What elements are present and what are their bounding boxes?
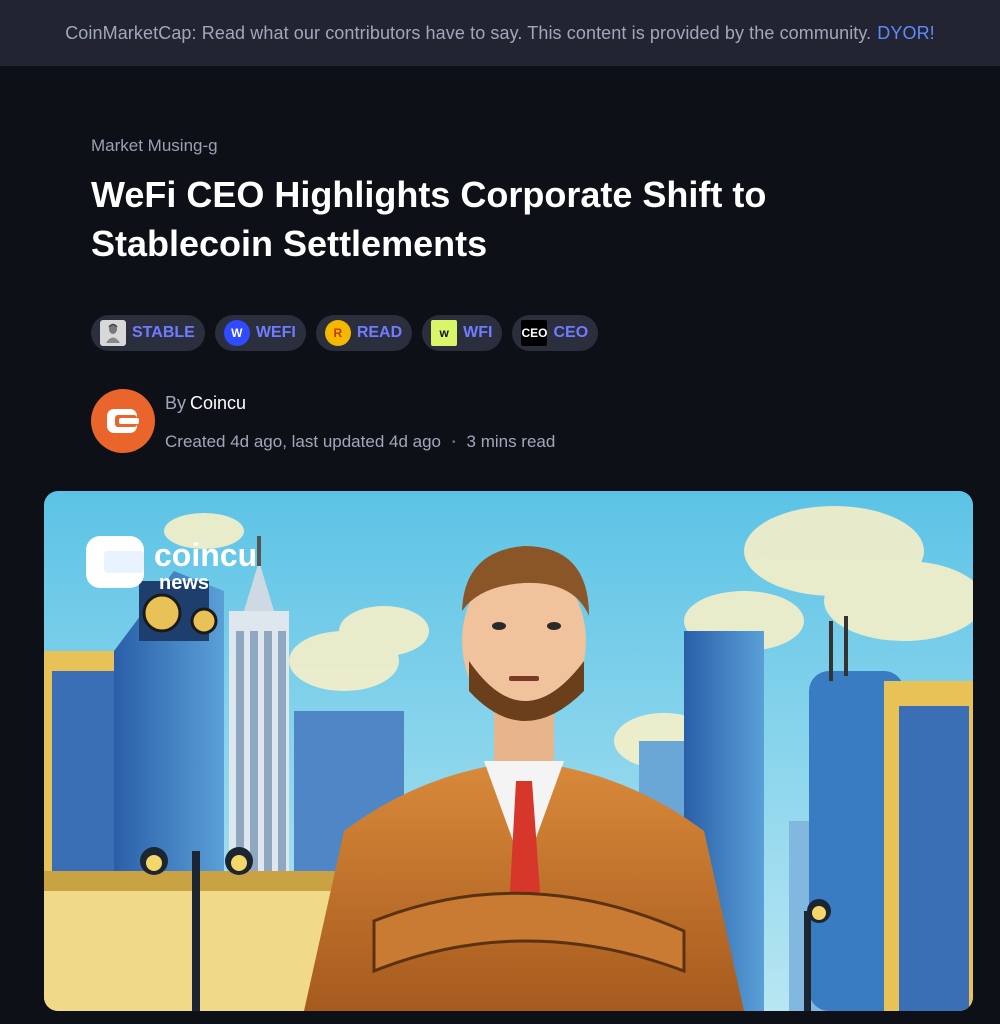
tag-label: READ — [356, 324, 403, 341]
tag-label: WFI — [463, 324, 493, 341]
community-content-banner: CoinMarketCap: Read what our contributor… — [0, 0, 1000, 66]
banner-text: CoinMarketCap: Read what our contributor… — [65, 22, 872, 43]
wefi-token-icon: W — [223, 320, 250, 346]
article-timestamps: Created 4d ago, last updated 4d ago — [165, 432, 441, 451]
token-tags: STABLE W WEFI R READ w WFI CEO CEO — [91, 315, 599, 351]
tag-wefi[interactable]: W WEFI — [214, 315, 306, 351]
read-time: 3 mins read — [466, 432, 556, 451]
article-category[interactable]: Market Musing-g — [91, 136, 218, 156]
tag-wfi[interactable]: w WFI — [422, 315, 503, 351]
author-avatar[interactable] — [91, 389, 155, 453]
tag-stable[interactable]: STABLE — [91, 315, 205, 351]
stable-token-icon — [100, 320, 126, 346]
meta-separator: • — [452, 436, 456, 448]
watermark-brand: coincu — [154, 537, 257, 573]
read-token-icon: R — [324, 320, 351, 346]
author-block: By Coincu Created 4d ago, last updated 4d… — [91, 389, 555, 453]
tag-label: STABLE — [132, 324, 195, 341]
tag-label: CEO — [553, 324, 589, 341]
tag-read[interactable]: R READ — [315, 315, 413, 351]
watermark-sub: news — [159, 572, 209, 594]
wfi-token-icon: w — [431, 320, 458, 346]
byline-prefix: By — [165, 393, 187, 413]
dyor-link[interactable]: DYOR! — [877, 23, 935, 44]
coincu-logo-icon — [107, 409, 139, 433]
article-title: WeFi CEO Highlights Corporate Shift to S… — [91, 174, 767, 264]
ceo-token-icon: CEO — [521, 320, 548, 346]
tag-label: WEFI — [255, 324, 296, 341]
tag-ceo[interactable]: CEO CEO — [512, 315, 599, 351]
author-name[interactable]: Coincu — [190, 393, 246, 413]
hero-image: coincu news — [44, 491, 973, 1011]
